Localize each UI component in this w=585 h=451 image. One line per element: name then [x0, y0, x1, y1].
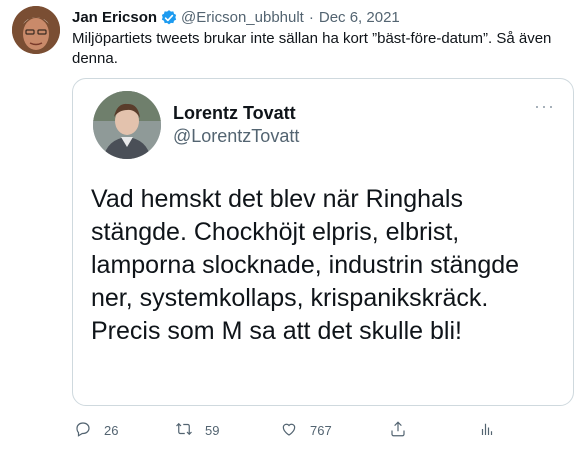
- verified-badge-icon: [160, 9, 178, 27]
- analytics-button[interactable]: [478, 416, 496, 444]
- more-icon[interactable]: ···: [534, 97, 555, 115]
- author-handle[interactable]: @Ericson_ubbhult: [181, 8, 304, 28]
- tweet-text: Miljöpartiets tweets brukar inte sällan …: [72, 30, 552, 67]
- author-avatar[interactable]: [12, 6, 60, 54]
- quoted-tweet-text: Vad hemskt det blev när Ringhals stängde…: [91, 185, 520, 345]
- quoted-author-handle[interactable]: @LorentzTovatt: [173, 126, 299, 147]
- like-button[interactable]: 767: [280, 416, 332, 444]
- header-separator: ·: [308, 9, 314, 26]
- author-name[interactable]: Jan Ericson: [72, 8, 157, 28]
- reply-count: 26: [104, 422, 119, 438]
- analytics-icon: [478, 420, 496, 441]
- quoted-author-avatar[interactable]: [93, 91, 161, 159]
- share-icon: [389, 420, 407, 441]
- tweet-header: Jan Ericson @Ericson_ubbhult · Dec 6, 20…: [72, 8, 400, 28]
- quoted-author-name[interactable]: Lorentz Tovatt: [173, 103, 296, 124]
- reply-button[interactable]: 26: [74, 416, 118, 444]
- tweet-actions: 26 59 767: [72, 416, 572, 444]
- reply-icon: [74, 420, 92, 441]
- quoted-tweet-card[interactable]: Lorentz Tovatt @LorentzTovatt ··· Vad he…: [72, 78, 574, 406]
- tweet[interactable]: Jan Ericson @Ericson_ubbhult · Dec 6, 20…: [0, 0, 585, 451]
- like-icon: [280, 420, 298, 441]
- share-button[interactable]: [389, 416, 407, 444]
- retweet-count: 59: [205, 422, 220, 438]
- retweet-icon: [175, 420, 193, 441]
- like-count: 767: [310, 422, 332, 438]
- tweet-date[interactable]: Dec 6, 2021: [319, 8, 400, 28]
- retweet-button[interactable]: 59: [175, 416, 219, 444]
